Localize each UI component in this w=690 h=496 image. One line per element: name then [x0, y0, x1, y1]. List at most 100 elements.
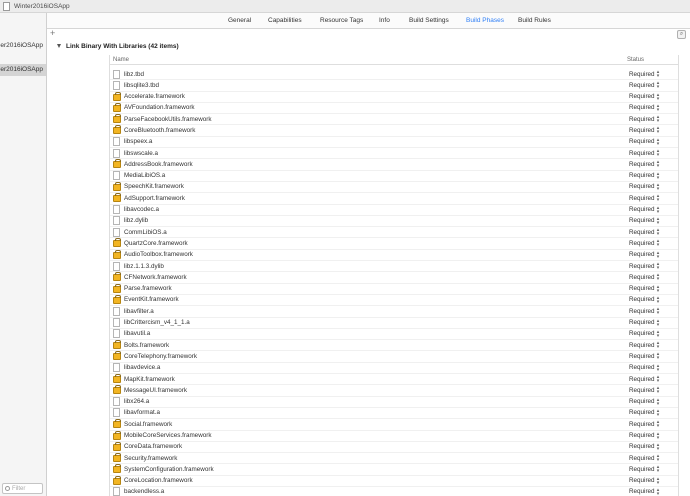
column-status-header[interactable]: Status [627, 57, 644, 63]
table-row[interactable]: libavfilter.a Required ▴ ▾ [110, 306, 678, 318]
status-value[interactable]: Required [629, 296, 655, 303]
table-row[interactable]: libx264.a Required ▴ ▾ [110, 397, 678, 408]
tab-capabilities[interactable]: Capabilities [268, 17, 302, 24]
up-down-stepper-icon[interactable]: ▴ ▾ [655, 284, 661, 293]
up-down-stepper-icon[interactable]: ▴ ▾ [655, 431, 661, 440]
up-down-stepper-icon[interactable]: ▴ ▾ [655, 295, 661, 304]
tab-general[interactable]: General [228, 17, 251, 24]
status-value[interactable]: Required [629, 127, 655, 134]
phase-filter-icon[interactable]: ⌕ [677, 30, 686, 39]
up-down-stepper-icon[interactable]: ▴ ▾ [655, 454, 661, 463]
table-row[interactable]: AudioToolbox.framework Required ▴ ▾ [110, 249, 678, 262]
table-row[interactable]: MessageUI.framework Required ▴ ▾ [110, 385, 678, 397]
table-row[interactable]: CFNetwork.framework Required ▴ ▾ [110, 272, 678, 284]
up-down-stepper-icon[interactable]: ▴ ▾ [655, 126, 661, 135]
up-down-stepper-icon[interactable]: ▴ ▾ [655, 216, 661, 225]
up-down-stepper-icon[interactable]: ▴ ▾ [655, 386, 661, 395]
up-down-stepper-icon[interactable]: ▴ ▾ [655, 487, 661, 496]
status-value[interactable]: Required [629, 421, 655, 428]
disclosure-triangle-icon[interactable] [57, 44, 61, 48]
table-row[interactable]: QuartzCore.framework Required ▴ ▾ [110, 238, 678, 250]
up-down-stepper-icon[interactable]: ▴ ▾ [655, 318, 661, 327]
status-value[interactable]: Required [629, 93, 655, 100]
table-row[interactable]: AddressBook.framework Required ▴ ▾ [110, 159, 678, 171]
up-down-stepper-icon[interactable]: ▴ ▾ [655, 160, 661, 169]
table-row[interactable]: Bolts.framework Required ▴ ▾ [110, 340, 678, 352]
up-down-stepper-icon[interactable]: ▴ ▾ [655, 239, 661, 248]
status-value[interactable]: Required [629, 364, 655, 371]
status-value[interactable]: Required [629, 104, 655, 111]
filter-field[interactable]: Filter [2, 483, 43, 494]
status-value[interactable]: Required [629, 116, 655, 123]
table-row[interactable]: AdSupport.framework Required ▴ ▾ [110, 193, 678, 205]
table-row[interactable]: libspeex.a Required ▴ ▾ [110, 137, 678, 149]
status-value[interactable]: Required [629, 138, 655, 145]
up-down-stepper-icon[interactable]: ▴ ▾ [655, 420, 661, 429]
up-down-stepper-icon[interactable]: ▴ ▾ [655, 262, 661, 271]
status-value[interactable]: Required [629, 398, 655, 405]
add-phase-button[interactable]: + [50, 28, 55, 38]
status-value[interactable]: Required [629, 183, 655, 190]
up-down-stepper-icon[interactable]: ▴ ▾ [655, 375, 661, 384]
status-value[interactable]: Required [629, 466, 655, 473]
up-down-stepper-icon[interactable]: ▴ ▾ [655, 70, 661, 79]
status-value[interactable]: Required [629, 387, 655, 394]
status-value[interactable]: Required [629, 82, 655, 89]
sidebar-item-target[interactable]: er2016iOSApp [0, 64, 46, 76]
tab-info[interactable]: Info [379, 17, 390, 24]
up-down-stepper-icon[interactable]: ▴ ▾ [655, 182, 661, 191]
table-row[interactable]: ParseFacebookUtils.framework Required ▴ ▾ [110, 114, 678, 126]
up-down-stepper-icon[interactable]: ▴ ▾ [655, 250, 661, 259]
status-value[interactable]: Required [629, 376, 655, 383]
status-value[interactable]: Required [629, 172, 655, 179]
status-value[interactable]: Required [629, 308, 655, 315]
table-row[interactable]: libavutil.a Required ▴ ▾ [110, 329, 678, 341]
up-down-stepper-icon[interactable]: ▴ ▾ [655, 465, 661, 474]
table-row[interactable]: CoreData.framework Required ▴ ▾ [110, 441, 678, 454]
status-value[interactable]: Required [629, 353, 655, 360]
table-row[interactable]: CoreTelephony.framework Required ▴ ▾ [110, 351, 678, 363]
up-down-stepper-icon[interactable]: ▴ ▾ [655, 397, 661, 406]
table-row[interactable]: SpeechKit.framework Required ▴ ▾ [110, 181, 678, 194]
tab-build-rules[interactable]: Build Rules [518, 17, 551, 24]
up-down-stepper-icon[interactable]: ▴ ▾ [655, 205, 661, 214]
status-value[interactable]: Required [629, 251, 655, 258]
table-row[interactable]: SystemConfiguration.framework Required ▴ ▾ [110, 464, 678, 476]
status-value[interactable]: Required [629, 432, 655, 439]
up-down-stepper-icon[interactable]: ▴ ▾ [655, 307, 661, 316]
status-value[interactable]: Required [629, 71, 655, 78]
status-value[interactable]: Required [629, 274, 655, 281]
up-down-stepper-icon[interactable]: ▴ ▾ [655, 103, 661, 112]
tab-build-phases[interactable]: Build Phases [466, 17, 504, 24]
table-row[interactable]: AVFoundation.framework Required ▴ ▾ [110, 102, 678, 115]
up-down-stepper-icon[interactable]: ▴ ▾ [655, 329, 661, 338]
table-row[interactable]: libsqlite3.tbd Required ▴ ▾ [110, 80, 678, 92]
tab-build-settings[interactable]: Build Settings [409, 17, 449, 24]
up-down-stepper-icon[interactable]: ▴ ▾ [655, 115, 661, 124]
table-row[interactable]: CoreLocation.framework Required ▴ ▾ [110, 475, 678, 487]
up-down-stepper-icon[interactable]: ▴ ▾ [655, 149, 661, 158]
up-down-stepper-icon[interactable]: ▴ ▾ [655, 273, 661, 282]
up-down-stepper-icon[interactable]: ▴ ▾ [655, 476, 661, 485]
table-row[interactable]: backendless.a Required ▴ ▾ [110, 487, 678, 496]
table-row[interactable]: Security.framework Required ▴ ▾ [110, 453, 678, 465]
status-value[interactable]: Required [629, 150, 655, 157]
status-value[interactable]: Required [629, 409, 655, 416]
up-down-stepper-icon[interactable]: ▴ ▾ [655, 171, 661, 180]
status-value[interactable]: Required [629, 342, 655, 349]
table-row[interactable]: CoreBluetooth.framework Required ▴ ▾ [110, 125, 678, 137]
sidebar-item-project[interactable]: er2016iOSApp [0, 40, 46, 52]
status-value[interactable]: Required [629, 195, 655, 202]
status-value[interactable]: Required [629, 443, 655, 450]
table-row[interactable]: MobileCoreServices.framework Required ▴ ▾ [110, 430, 678, 442]
up-down-stepper-icon[interactable]: ▴ ▾ [655, 194, 661, 203]
status-value[interactable]: Required [629, 229, 655, 236]
status-value[interactable]: Required [629, 206, 655, 213]
tab-resource-tags[interactable]: Resource Tags [320, 17, 363, 24]
up-down-stepper-icon[interactable]: ▴ ▾ [655, 341, 661, 350]
status-value[interactable]: Required [629, 455, 655, 462]
table-row[interactable]: libavcodec.a Required ▴ ▾ [110, 205, 678, 216]
status-value[interactable]: Required [629, 217, 655, 224]
up-down-stepper-icon[interactable]: ▴ ▾ [655, 137, 661, 146]
table-row[interactable]: Accelerate.framework Required ▴ ▾ [110, 91, 678, 103]
